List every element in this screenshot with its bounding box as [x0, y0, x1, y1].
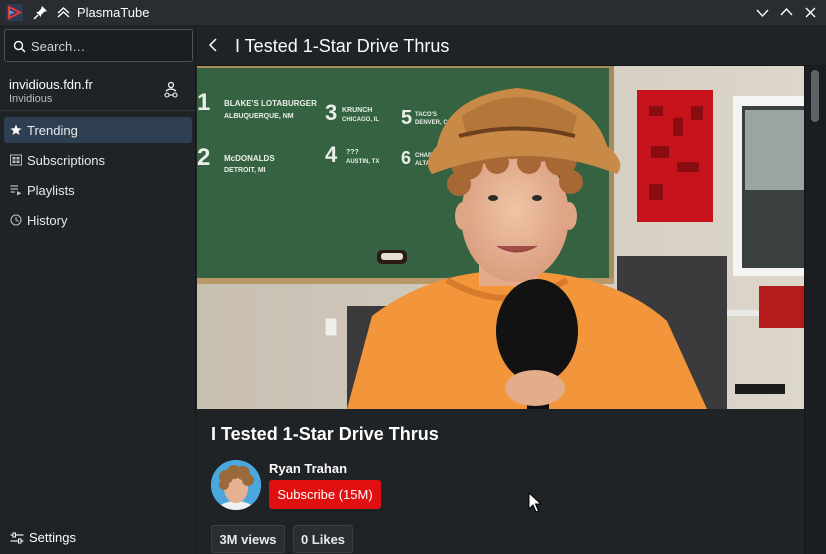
switch-account-icon[interactable]	[163, 81, 179, 99]
avatar-image	[211, 460, 261, 510]
chalk-num-2: 2	[197, 144, 210, 171]
chalk-num-6: 6	[401, 148, 411, 168]
search-icon	[13, 40, 26, 53]
settings-label: Settings	[29, 530, 76, 545]
video-title: I Tested 1-Star Drive Thrus	[211, 424, 439, 444]
sidebar-item-history[interactable]: History	[4, 207, 192, 233]
star-icon	[10, 124, 22, 135]
chalk-num-5: 5	[401, 107, 412, 129]
pin-icon[interactable]	[32, 4, 49, 21]
back-button[interactable]	[205, 36, 223, 54]
instance-name: invidious.fdn.fr	[9, 77, 93, 92]
chalk-line: BLAKE'S LOTABURGER	[224, 99, 317, 108]
close-button[interactable]	[802, 4, 819, 21]
keep-above-icon[interactable]	[55, 4, 72, 21]
window-title: PlasmaTube	[77, 5, 150, 20]
sidebar-item-label: History	[27, 213, 68, 228]
subscribe-button[interactable]: Subscribe (15M)	[269, 480, 381, 509]
close-icon	[805, 7, 816, 18]
page-title: I Tested 1-Star Drive Thrus	[235, 36, 450, 56]
sidebar-item-label: Playlists	[27, 183, 75, 198]
chalk-num-4: 4	[325, 142, 338, 167]
chalk-num-3: 3	[325, 100, 337, 125]
main-panel: I Tested 1-Star Drive Thrus 1 BLAKE'S LO…	[197, 25, 826, 554]
chalk-line: ???	[346, 149, 359, 156]
app-icon	[6, 4, 23, 21]
chalk-line: KRUNCH	[342, 107, 372, 114]
chalk-line: DETROIT, MI	[224, 167, 266, 174]
video-thumbnail: 1 BLAKE'S LOTABURGER ALBUQUERQUE, NM 2 M…	[197, 66, 804, 409]
mouse-cursor-icon	[528, 492, 542, 513]
sidebar: Search… invidious.fdn.fr Invidious Trend…	[0, 25, 196, 554]
views-chip: 3M views	[211, 525, 285, 553]
instance-type: Invidious	[9, 93, 53, 105]
chalk-line: ALBUQUERQUE, NM	[224, 113, 294, 120]
subscriptions-icon	[10, 154, 22, 166]
channel-name[interactable]: Ryan Trahan	[269, 461, 347, 476]
sidebar-item-playlists[interactable]: Playlists	[4, 177, 192, 203]
sidebar-item-trending[interactable]: Trending	[4, 117, 192, 143]
scroll-thumb[interactable]	[811, 70, 819, 122]
chevron-down-icon	[756, 9, 769, 18]
sidebar-item-label: Trending	[27, 123, 78, 138]
settings-button[interactable]: Settings	[4, 525, 192, 551]
search-input[interactable]: Search…	[4, 29, 193, 62]
sidebar-item-subscriptions[interactable]: Subscriptions	[4, 147, 192, 173]
chalk-line: CHICAGO, IL	[342, 117, 379, 123]
search-placeholder: Search…	[31, 39, 86, 54]
settings-icon	[10, 532, 24, 544]
title-bar: PlasmaTube	[0, 0, 826, 25]
chalk-line: AUSTIN, TX	[346, 159, 379, 165]
scrollbar[interactable]	[804, 66, 826, 554]
history-icon	[10, 214, 22, 226]
channel-avatar[interactable]	[211, 460, 261, 510]
chevron-up-icon	[780, 7, 793, 16]
playlists-icon	[10, 185, 22, 196]
chalk-num-1: 1	[197, 89, 210, 116]
chalk-line: McDONALDS	[224, 154, 275, 163]
chalk-line: TACO'S	[415, 112, 437, 118]
maximize-button[interactable]	[778, 4, 795, 21]
sidebar-item-label: Subscriptions	[27, 153, 106, 168]
instance-selector: invidious.fdn.fr Invidious	[0, 67, 196, 111]
minimize-button[interactable]	[754, 4, 771, 21]
likes-chip[interactable]: 0 Likes	[293, 525, 353, 553]
page-header: I Tested 1-Star Drive Thrus	[197, 25, 826, 66]
video-player[interactable]: 1 BLAKE'S LOTABURGER ALBUQUERQUE, NM 2 M…	[197, 66, 804, 409]
